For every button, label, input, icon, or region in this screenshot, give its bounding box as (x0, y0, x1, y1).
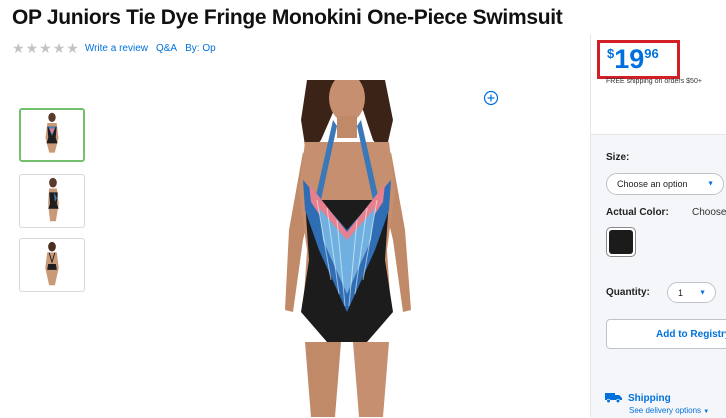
thumbnail-back[interactable] (19, 238, 85, 292)
chevron-down-icon: ▼ (703, 409, 710, 415)
qa-link[interactable]: Q&A (156, 43, 177, 54)
size-label: Size: (606, 152, 630, 163)
write-review-link[interactable]: Write a review (85, 43, 148, 54)
free-shipping-note: FREE shipping on orders $50+ (606, 78, 702, 85)
star-icon: ★ (66, 40, 79, 56)
delivery-options-link[interactable]: See delivery options ▼ (629, 406, 709, 415)
size-select[interactable]: Choose an option ▼ (606, 173, 724, 195)
add-to-registry-button[interactable]: Add to Registry (606, 319, 726, 349)
price-currency: $ (607, 46, 615, 61)
star-icon: ★ (12, 40, 25, 56)
swimsuit-thumbnail-image (45, 241, 59, 286)
zoom-plus-icon[interactable] (483, 90, 499, 106)
color-label: Actual Color: (606, 207, 669, 218)
shipping-title: Shipping (628, 393, 671, 404)
rating-stars[interactable]: ★ ★ ★ ★ ★ (12, 41, 79, 55)
chevron-down-icon: ▼ (699, 289, 706, 296)
thumbnail-front[interactable] (19, 108, 85, 162)
chevron-down-icon: ▼ (707, 180, 714, 188)
color-swatch[interactable] (606, 227, 636, 257)
star-icon: ★ (39, 40, 52, 56)
price: $1996 (607, 44, 659, 74)
product-main-image (285, 80, 411, 417)
swimsuit-thumbnail-image (45, 112, 59, 153)
add-to-registry-label: Add to Registry (656, 328, 726, 340)
delivery-options-label: See delivery options (629, 406, 702, 415)
product-title: OP Juniors Tie Dye Fringe Monokini One-P… (12, 6, 563, 29)
color-swatch-fill (609, 230, 633, 254)
quantity-label: Quantity: (606, 287, 650, 298)
product-meta: ★ ★ ★ ★ ★ Write a review Q&A By: Op (12, 40, 224, 56)
star-icon: ★ (25, 40, 39, 56)
star-icon: ★ (52, 40, 66, 56)
thumbnail-side[interactable] (19, 174, 85, 228)
quantity-select[interactable]: 1 ▼ (667, 282, 716, 303)
buybox-panel (591, 34, 726, 418)
swimsuit-thumbnail-image (48, 177, 59, 222)
quantity-select-value: 1 (678, 287, 684, 298)
price-dollars: 19 (614, 44, 645, 74)
color-value: Choose (692, 207, 726, 218)
size-select-value: Choose an option (617, 179, 688, 189)
brand-link[interactable]: By: Op (185, 43, 216, 54)
truck-icon (605, 393, 622, 403)
price-cents: 96 (644, 46, 659, 61)
